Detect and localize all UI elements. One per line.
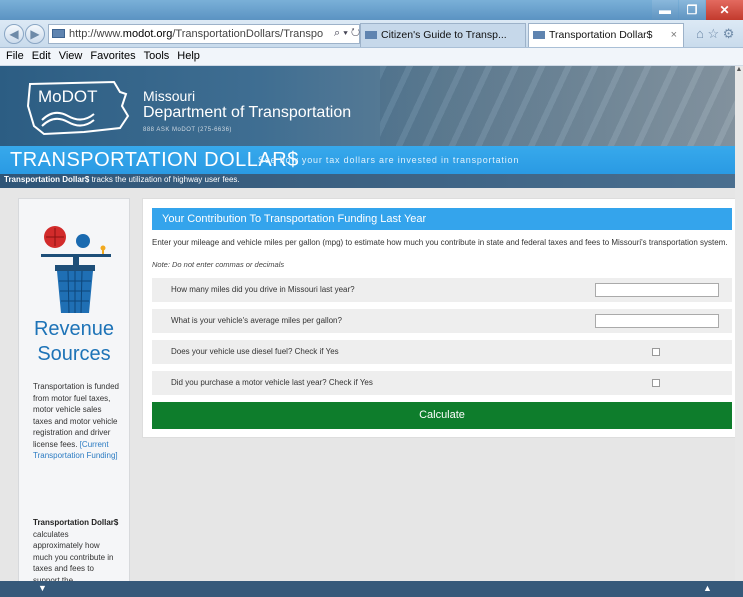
browser-navbar: ◀ ▶ http://www.modot.org/TransportationD… — [0, 20, 743, 48]
banner-tagline: See how your tax dollars are invested in… — [258, 155, 520, 165]
contribution-form: Your Contribution To Transportation Fund… — [142, 198, 741, 438]
question-row-purchase: Did you purchase a motor vehicle last ye… — [152, 371, 732, 395]
miles-input[interactable] — [595, 283, 719, 297]
sidebar-description: Transportation is funded from motor fuel… — [33, 381, 119, 462]
form-note: Note: Do not enter commas or decimals — [152, 260, 285, 269]
header-department: Department of Transportation — [143, 104, 352, 121]
close-window-button[interactable]: ✕ — [706, 0, 743, 20]
tab-citizens-guide[interactable]: Citizen's Guide to Transp... — [360, 23, 526, 47]
vertical-scrollbar[interactable]: ▲ — [735, 66, 743, 581]
question-label: Does your vehicle use diesel fuel? Check… — [171, 347, 339, 356]
tab-transportation-dollars[interactable]: Transportation Dollar$ × — [528, 23, 684, 47]
maximize-button[interactable]: ❐ — [679, 0, 705, 20]
calculate-button[interactable]: Calculate — [152, 402, 732, 429]
sidebar-description-2: Transportation Dollar$ calculates approx… — [33, 517, 119, 582]
title-line-1: Revenue — [33, 318, 115, 340]
scroll-up-arrow-icon[interactable]: ▲ — [735, 66, 743, 78]
sidebar: Revenue Sources Transportation is funded… — [18, 198, 130, 582]
back-icon[interactable]: ◀ — [4, 24, 24, 44]
question-label: Did you purchase a motor vehicle last ye… — [171, 378, 373, 387]
site-header: MoDOT Missouri Department of Transportat… — [0, 66, 743, 146]
chevron-up-icon[interactable]: ▲ — [703, 583, 712, 593]
strip-rest: tracks the utilization of highway user f… — [89, 175, 240, 184]
revenue-icon — [41, 226, 111, 314]
url-path: /TransportationDollars/Transpo — [172, 28, 324, 40]
modot-logo[interactable]: MoDOT — [24, 76, 132, 138]
menu-edit[interactable]: Edit — [28, 48, 55, 65]
question-row-miles: How many miles did you drive in Missouri… — [152, 278, 732, 302]
menu-file[interactable]: File — [2, 48, 28, 65]
logo-text: MoDOT — [38, 87, 98, 106]
question-row-mpg: What is your vehicle's average miles per… — [152, 309, 732, 333]
revenue-sources-title: Revenue Sources — [19, 317, 129, 367]
header-phone: 888 ASK MoDOT (275-6636) — [143, 127, 232, 133]
close-tab-icon[interactable]: × — [671, 24, 677, 46]
chevron-down-icon[interactable]: ▼ — [38, 583, 47, 593]
purchase-checkbox[interactable] — [652, 379, 660, 387]
bottom-bar: ▼ ▲ — [0, 581, 743, 597]
highway-photo — [380, 66, 743, 146]
tab-label: Citizen's Guide to Transp... — [381, 29, 507, 41]
page-icon — [52, 29, 65, 38]
banner-title[interactable]: TRANSPORTATION DOLLAR$ — [10, 149, 299, 172]
question-row-diesel: Does your vehicle use diesel fuel? Check… — [152, 340, 732, 364]
address-bar[interactable]: http://www.modot.org/TransportationDolla… — [48, 24, 360, 44]
forward-icon[interactable]: ▶ — [25, 24, 45, 44]
header-state: Missouri — [143, 88, 196, 104]
url-prefix: http://www. — [69, 28, 123, 40]
home-star-gear-icon[interactable]: ⌂ ☆ ⚙ — [696, 26, 742, 42]
menu-favorites[interactable]: Favorites — [86, 48, 139, 65]
strip-bold: Transportation Dollar$ — [4, 175, 90, 184]
form-intro: Enter your mileage and vehicle miles per… — [152, 238, 728, 247]
tab-favicon-icon — [533, 31, 545, 39]
menu-view[interactable]: View — [55, 48, 87, 65]
question-label: How many miles did you drive in Missouri… — [171, 285, 355, 294]
site-banner: TRANSPORTATION DOLLAR$ See how your tax … — [0, 146, 743, 174]
sidebar-desc2-text: calculates approximately how much you co… — [33, 529, 114, 582]
tab-favicon-icon — [365, 31, 377, 39]
title-line-2: Sources — [37, 343, 111, 365]
menu-bar: File Edit View Favorites Tools Help — [0, 48, 743, 66]
sidebar-desc2-bold: Transportation Dollar$ — [33, 518, 119, 527]
diesel-checkbox[interactable] — [652, 348, 660, 356]
question-label: What is your vehicle's average miles per… — [171, 316, 342, 325]
form-title: Your Contribution To Transportation Fund… — [152, 208, 732, 230]
info-strip: Transportation Dollar$ tracks the utiliz… — [0, 174, 743, 188]
strip-text: Transportation Dollar$ tracks the utiliz… — [4, 175, 240, 184]
tab-label: Transportation Dollar$ — [549, 29, 653, 41]
minimize-button[interactable]: ▬ — [652, 0, 678, 20]
menu-tools[interactable]: Tools — [140, 48, 174, 65]
mpg-input[interactable] — [595, 314, 719, 328]
url-host: modot.org — [122, 28, 173, 40]
menu-help[interactable]: Help — [173, 48, 204, 65]
window-titlebar: ▬ ❐ ✕ — [0, 0, 743, 20]
